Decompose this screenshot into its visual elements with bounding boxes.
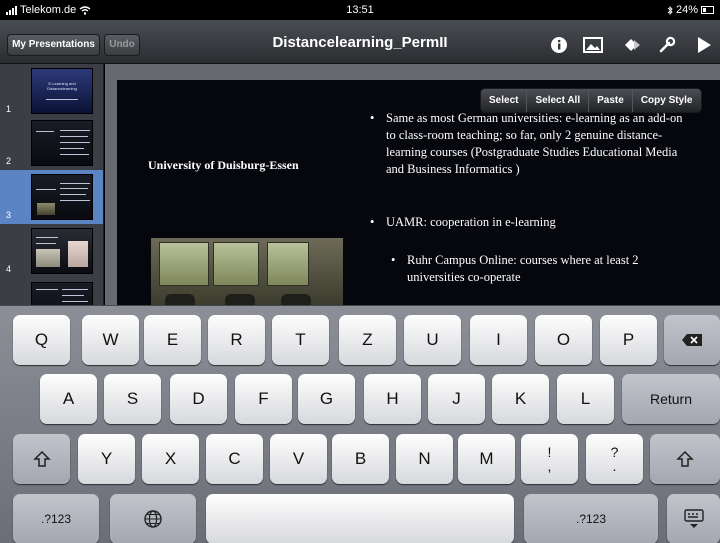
key-m[interactable]: M [458, 434, 515, 484]
shift-icon [32, 450, 51, 467]
keyboard-dismiss-icon [683, 509, 704, 528]
edit-context-menu: Select Select All Paste Copy Style [480, 88, 702, 113]
key-n[interactable]: N [396, 434, 453, 484]
backspace-key[interactable] [664, 315, 720, 365]
shift-key-left[interactable] [13, 434, 70, 484]
slide-thumbnail-1[interactable]: E-Learning and Distancelearning 1 [0, 64, 103, 118]
hide-keyboard-key[interactable] [667, 494, 720, 543]
key-i[interactable]: I [470, 315, 527, 365]
key-c[interactable]: C [206, 434, 263, 484]
wrench-icon[interactable] [656, 34, 678, 56]
slide-sub-bullet[interactable]: • Ruhr Campus Online: courses where at l… [391, 252, 692, 286]
slide-number: 1 [6, 104, 12, 114]
backspace-icon [682, 334, 702, 346]
slide-thumbnail-image [31, 174, 93, 220]
key-b[interactable]: B [332, 434, 389, 484]
undo-button[interactable]: Undo [104, 34, 140, 56]
key-y[interactable]: Y [78, 434, 135, 484]
key-x[interactable]: X [142, 434, 199, 484]
key-j[interactable]: J [428, 374, 485, 424]
battery-indicator: 24% [667, 4, 714, 16]
battery-percent: 24% [675, 4, 698, 16]
slide-thumbnail-2[interactable]: 2 [0, 116, 103, 170]
key-r[interactable]: R [208, 315, 265, 365]
document-title: Distancelearning_PermII [272, 34, 448, 51]
status-bar: Telekom.de 13:51 24% [0, 0, 720, 20]
slide-thumbnail-5[interactable] [0, 278, 103, 305]
key-g[interactable]: G [298, 374, 355, 424]
slide[interactable]: University of Duisburg-Essen • Same as m… [117, 80, 720, 305]
shift-key-right[interactable] [650, 434, 720, 484]
numbers-key-right[interactable]: .?123 [524, 494, 658, 543]
key-s[interactable]: S [104, 374, 161, 424]
clock: 13:51 [346, 4, 374, 16]
slide-navigator: E-Learning and Distancelearning 1 2 3 4 [0, 64, 104, 305]
key-o[interactable]: O [535, 315, 592, 365]
slide-number: 4 [6, 264, 12, 274]
globe-icon [144, 510, 162, 528]
slide-thumbnail-image [31, 120, 93, 166]
key-f[interactable]: F [235, 374, 292, 424]
menu-select-all[interactable]: Select All [526, 89, 588, 112]
numbers-key-left[interactable]: .?123 [13, 494, 99, 543]
slide-thumbnail-image [31, 228, 93, 274]
slide-thumbnail-4[interactable]: 4 [0, 224, 103, 278]
key-l[interactable]: L [557, 374, 614, 424]
key-h[interactable]: H [364, 374, 421, 424]
menu-copy-style[interactable]: Copy Style [631, 89, 701, 112]
bluetooth-icon [667, 5, 673, 15]
key-k[interactable]: K [492, 374, 549, 424]
slide-bullet[interactable]: • Same as most German universities: e-le… [370, 110, 686, 178]
menu-select[interactable]: Select [481, 89, 526, 112]
slide-heading: University of Duisburg-Essen [148, 158, 299, 172]
menu-paste[interactable]: Paste [588, 89, 632, 112]
key-p[interactable]: P [600, 315, 657, 365]
key-a[interactable]: A [40, 374, 97, 424]
key-w[interactable]: W [82, 315, 139, 365]
globe-key[interactable] [110, 494, 196, 543]
key-d[interactable]: D [170, 374, 227, 424]
toolbar: My Presentations Undo Distancelearning_P… [0, 20, 720, 64]
slide-thumbnail-3[interactable]: 3 [0, 170, 103, 224]
return-key[interactable]: Return [622, 374, 720, 424]
image-icon[interactable] [582, 34, 604, 56]
key-q[interactable]: Q [13, 315, 70, 365]
slide-number: 3 [6, 210, 12, 220]
key-u[interactable]: U [404, 315, 461, 365]
slide-thumbnail-image: E-Learning and Distancelearning [31, 68, 93, 114]
key-question-period[interactable]: ? . [586, 434, 643, 484]
on-screen-keyboard: Q W E R T Z U I O P A S D F G H J K L Re… [0, 305, 720, 543]
my-presentations-button[interactable]: My Presentations [7, 34, 100, 56]
battery-icon [701, 6, 714, 14]
slide-number: 2 [6, 156, 12, 166]
shapes-icon[interactable] [622, 34, 644, 56]
play-icon[interactable] [693, 34, 715, 56]
key-v[interactable]: V [270, 434, 327, 484]
space-bar[interactable] [206, 494, 514, 543]
key-e[interactable]: E [144, 315, 201, 365]
slide-thumbnail-image [31, 282, 93, 305]
info-icon[interactable] [548, 34, 570, 56]
key-z[interactable]: Z [339, 315, 396, 365]
key-t[interactable]: T [272, 315, 329, 365]
slide-bullet[interactable]: • UAMR: cooperation in e-learning [370, 214, 686, 231]
key-exclaim-comma[interactable]: ! , [521, 434, 578, 484]
shift-icon [676, 450, 694, 467]
lecture-hall-photo [151, 238, 343, 305]
